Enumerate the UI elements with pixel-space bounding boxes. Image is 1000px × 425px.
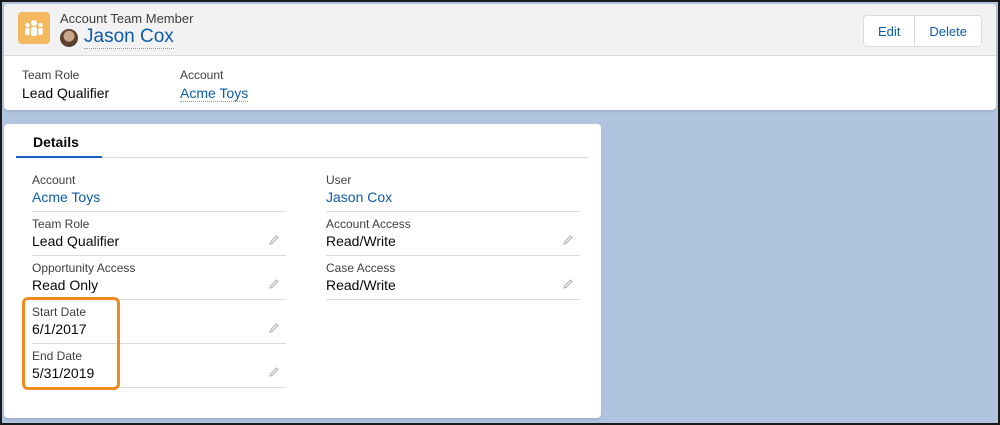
field-account: Account Acme Toys [32,168,286,212]
tab-details[interactable]: Details [16,124,102,158]
field-label: Account Access [326,217,411,231]
account-link[interactable]: Acme Toys [180,85,249,102]
field-team-role: Team Role Lead Qualifier [32,212,286,256]
highlight-label: Account [180,68,224,82]
field-label: Team Role [32,217,90,231]
field-user: User Jason Cox [326,168,580,212]
highlight-label: Team Role [22,68,80,82]
action-button-group: Edit Delete [863,15,982,47]
edit-pencil-icon[interactable] [268,278,280,290]
tab-bar: Details [16,124,589,158]
account-link[interactable]: Acme Toys [32,189,100,205]
highlight-value: Lead Qualifier [22,85,110,101]
record-name-link[interactable]: Jason Cox [84,26,174,49]
field-label: Case Access [326,261,396,275]
edit-pencil-icon[interactable] [268,366,280,378]
date-highlight-box [22,297,120,390]
field-case-access: Case Access Read/Write [326,256,580,300]
record-title: Jason Cox [60,26,174,49]
object-type-label: Account Team Member [60,11,194,26]
header-title-bar: Account Team Member Jason Cox Edit Delet… [4,4,996,56]
edit-pencil-icon[interactable] [562,278,574,290]
field-value: Read Only [32,277,99,293]
field-account-access: Account Access Read/Write [326,212,580,256]
user-link[interactable]: Jason Cox [326,189,392,205]
field-label: Opportunity Access [32,261,136,275]
edit-pencil-icon[interactable] [268,322,280,334]
field-value: Read/Write [326,233,396,249]
field-label: User [326,173,352,187]
highlight-team-role: Team Role Lead Qualifier [22,68,109,101]
user-avatar [60,28,78,47]
account-team-icon [18,12,50,44]
field-value: Lead Qualifier [32,233,120,249]
record-header: Account Team Member Jason Cox Edit Delet… [4,4,996,110]
highlight-account: Account Acme Toys [180,68,249,102]
edit-pencil-icon[interactable] [562,234,574,246]
field-value: Read/Write [326,277,396,293]
delete-button[interactable]: Delete [914,16,981,46]
field-opportunity-access: Opportunity Access Read Only [32,256,286,300]
field-label: Account [32,173,76,187]
edit-button[interactable]: Edit [864,16,915,46]
edit-pencil-icon[interactable] [268,234,280,246]
